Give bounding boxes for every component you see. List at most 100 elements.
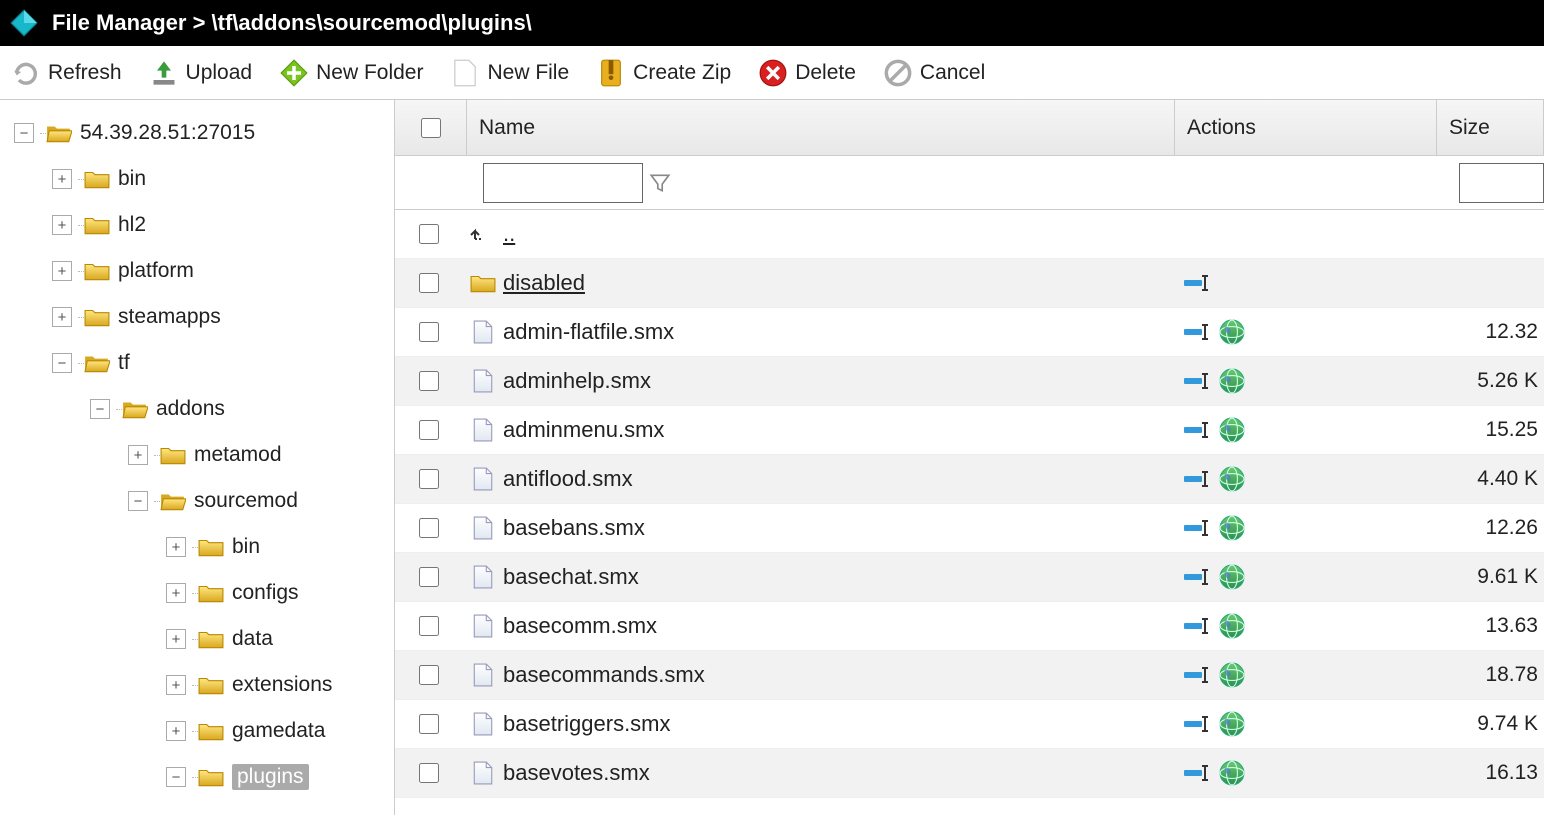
tree-toggle-icon[interactable]: − (128, 491, 148, 511)
tree-label[interactable]: metamod (194, 443, 282, 467)
file-name[interactable]: basecomm.smx (503, 613, 1183, 639)
tree-node-gamedata[interactable]: + gamedata (0, 708, 394, 754)
file-row[interactable]: antiflood.smx4.40 K (395, 455, 1544, 504)
row-checkbox[interactable] (419, 273, 439, 293)
tree-toggle-icon[interactable]: + (52, 215, 72, 235)
tree-toggle-icon[interactable]: + (52, 307, 72, 327)
tree-toggle-icon[interactable]: + (52, 261, 72, 281)
tree-label[interactable]: platform (118, 259, 194, 283)
rename-icon[interactable] (1183, 763, 1211, 783)
download-icon[interactable] (1219, 711, 1245, 737)
size-filter-input[interactable] (1459, 163, 1544, 203)
file-row[interactable]: basetriggers.smx9.74 K (395, 700, 1544, 749)
tree-label[interactable]: hl2 (118, 213, 146, 237)
tree-node-data[interactable]: + data (0, 616, 394, 662)
file-name[interactable]: adminmenu.smx (503, 417, 1183, 443)
parent-dir-row[interactable]: .. (395, 210, 1544, 259)
file-name[interactable]: basetriggers.smx (503, 711, 1183, 737)
file-name[interactable]: basevotes.smx (503, 760, 1183, 786)
tree-toggle-icon[interactable]: − (90, 399, 110, 419)
tree-node-extensions[interactable]: + extensions (0, 662, 394, 708)
tree-label[interactable]: steamapps (118, 305, 221, 329)
file-name[interactable]: basechat.smx (503, 564, 1183, 590)
tree-node-steamapps[interactable]: + steamapps (0, 294, 394, 340)
new-file-button[interactable]: New File (451, 59, 569, 87)
tree-label[interactable]: tf (118, 351, 130, 375)
refresh-button[interactable]: Refresh (12, 59, 122, 87)
column-size[interactable]: Size (1437, 100, 1544, 155)
tree-node-bin[interactable]: + bin (0, 156, 394, 202)
download-icon[interactable] (1219, 515, 1245, 541)
download-icon[interactable] (1219, 368, 1245, 394)
row-checkbox[interactable] (419, 469, 439, 489)
file-row[interactable]: basecomm.smx13.63 (395, 602, 1544, 651)
upload-button[interactable]: Upload (150, 59, 253, 87)
file-row[interactable]: disabled (395, 259, 1544, 308)
tree-toggle-icon[interactable]: + (166, 629, 186, 649)
parent-dir-label[interactable]: .. (503, 221, 1183, 247)
tree-label[interactable]: addons (156, 397, 225, 421)
rename-icon[interactable] (1183, 518, 1211, 538)
row-checkbox[interactable] (419, 616, 439, 636)
tree-toggle-icon[interactable]: − (166, 767, 186, 787)
tree-node-platform[interactable]: + platform (0, 248, 394, 294)
tree-label[interactable]: sourcemod (194, 489, 298, 513)
tree-label[interactable]: plugins (232, 764, 309, 790)
row-checkbox[interactable] (419, 714, 439, 734)
rename-icon[interactable] (1183, 714, 1211, 734)
file-row[interactable]: adminmenu.smx15.25 (395, 406, 1544, 455)
file-row[interactable]: basechat.smx9.61 K (395, 553, 1544, 602)
tree-toggle-icon[interactable]: − (52, 353, 72, 373)
download-icon[interactable] (1219, 662, 1245, 688)
file-row[interactable]: basebans.smx12.26 (395, 504, 1544, 553)
file-row[interactable]: adminhelp.smx5.26 K (395, 357, 1544, 406)
rename-icon[interactable] (1183, 371, 1211, 391)
tree-toggle-icon[interactable]: + (128, 445, 148, 465)
download-icon[interactable] (1219, 760, 1245, 786)
tree-toggle-icon[interactable]: + (166, 537, 186, 557)
download-icon[interactable] (1219, 319, 1245, 345)
tree-toggle-icon[interactable]: − (14, 123, 34, 143)
row-checkbox[interactable] (419, 420, 439, 440)
rename-icon[interactable] (1183, 469, 1211, 489)
row-checkbox[interactable] (419, 371, 439, 391)
file-name[interactable]: disabled (503, 270, 1183, 296)
delete-button[interactable]: Delete (759, 59, 856, 87)
tree-toggle-icon[interactable]: + (166, 675, 186, 695)
download-icon[interactable] (1219, 417, 1245, 443)
tree-label[interactable]: data (232, 627, 273, 651)
file-row[interactable]: basevotes.smx16.13 (395, 749, 1544, 798)
tree-label[interactable]: gamedata (232, 719, 325, 743)
download-icon[interactable] (1219, 564, 1245, 590)
filter-icon[interactable] (649, 172, 671, 194)
row-checkbox[interactable] (419, 224, 439, 244)
row-checkbox[interactable] (419, 763, 439, 783)
row-checkbox[interactable] (419, 518, 439, 538)
row-checkbox[interactable] (419, 567, 439, 587)
file-row[interactable]: admin-flatfile.smx12.32 (395, 308, 1544, 357)
tree-node-metamod[interactable]: + metamod (0, 432, 394, 478)
file-row[interactable]: basecommands.smx18.78 (395, 651, 1544, 700)
file-name[interactable]: antiflood.smx (503, 466, 1183, 492)
file-name[interactable]: basebans.smx (503, 515, 1183, 541)
tree-toggle-icon[interactable]: + (166, 721, 186, 741)
tree-node-tf[interactable]: − tf (0, 340, 394, 386)
new-folder-button[interactable]: New Folder (280, 59, 423, 87)
cancel-button[interactable]: Cancel (884, 59, 985, 87)
tree-label[interactable]: extensions (232, 673, 332, 697)
tree-node-addons[interactable]: − addons (0, 386, 394, 432)
row-checkbox[interactable] (419, 322, 439, 342)
tree-label[interactable]: bin (118, 167, 146, 191)
file-name[interactable]: admin-flatfile.smx (503, 319, 1183, 345)
rename-icon[interactable] (1183, 616, 1211, 636)
tree-label[interactable]: 54.39.28.51:27015 (80, 121, 255, 145)
download-icon[interactable] (1219, 613, 1245, 639)
tree-toggle-icon[interactable]: + (52, 169, 72, 189)
column-name[interactable]: Name (467, 100, 1175, 155)
rename-icon[interactable] (1183, 567, 1211, 587)
rename-icon[interactable] (1183, 420, 1211, 440)
rename-icon[interactable] (1183, 273, 1211, 293)
rename-icon[interactable] (1183, 665, 1211, 685)
tree-node-sm_bin[interactable]: +bin (0, 524, 394, 570)
name-filter-input[interactable] (483, 163, 643, 203)
